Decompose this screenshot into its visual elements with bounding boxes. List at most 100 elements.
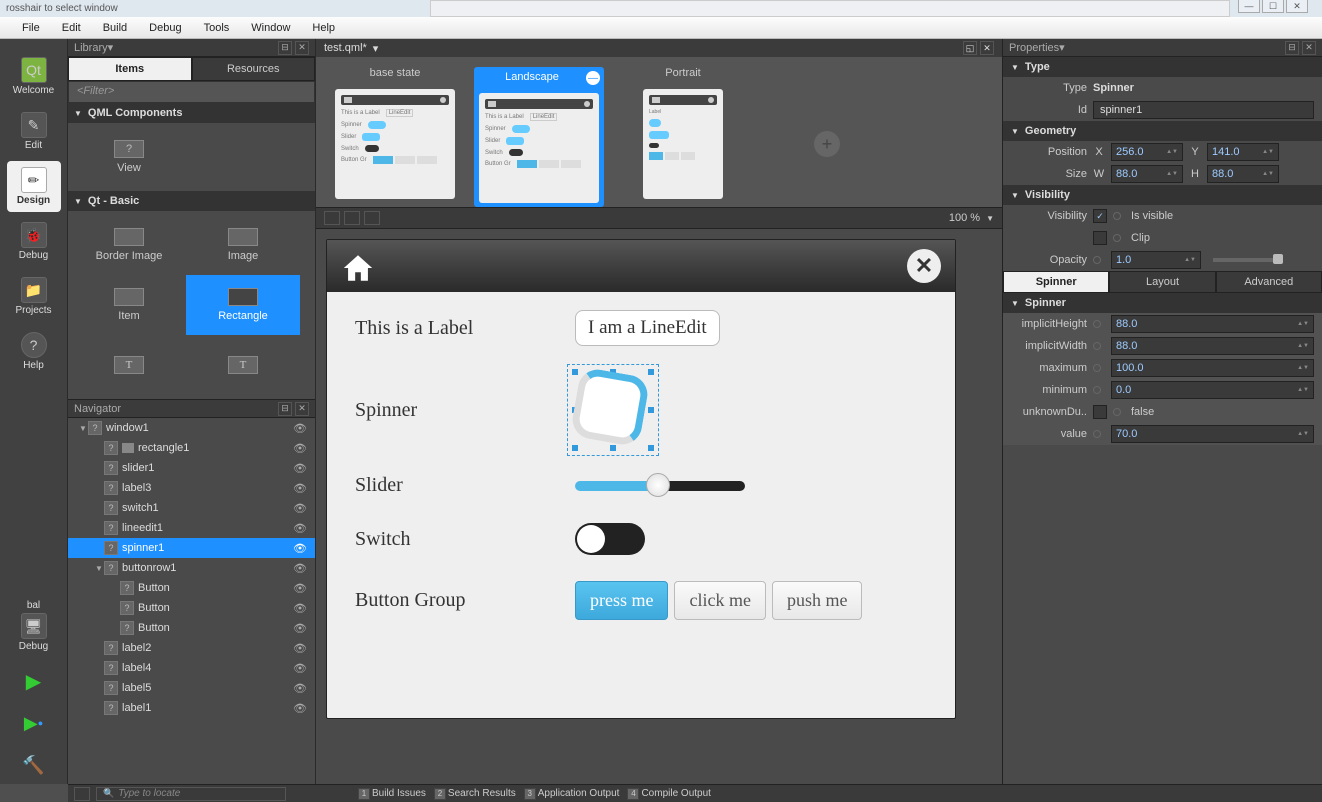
navigator-close-icon[interactable]: ✕ xyxy=(295,402,309,416)
mode-debug[interactable]: 🐞Debug xyxy=(7,216,61,267)
tree-item-label5[interactable]: ?label5👁 xyxy=(68,678,315,698)
document-tab[interactable]: test.qml*▾ ◱ ✕ xyxy=(316,39,1002,57)
tree-item-window1[interactable]: ▼?window1👁 xyxy=(68,418,315,438)
tree-item-rectangle1[interactable]: ?rectangle1👁 xyxy=(68,438,315,458)
properties-close-icon[interactable]: ✕ xyxy=(1302,41,1316,55)
subtab-spinner[interactable]: Spinner xyxy=(1003,271,1109,293)
win-minimize[interactable]: — xyxy=(1238,0,1260,13)
menu-debug[interactable]: Debug xyxy=(139,20,191,36)
tree-item-label1[interactable]: ?label1👁 xyxy=(68,698,315,718)
menu-file[interactable]: File xyxy=(12,20,50,36)
canvas-lineedit[interactable]: I am a LineEdit xyxy=(575,310,720,346)
mode-edit[interactable]: ✎Edit xyxy=(7,106,61,157)
win-maximize[interactable]: ☐ xyxy=(1262,0,1284,13)
run-debug-button[interactable]: ▶● xyxy=(7,704,61,742)
component-text1[interactable]: T xyxy=(72,335,186,395)
doc-close-icon[interactable]: ✕ xyxy=(980,41,994,55)
section-visibility[interactable]: Visibility xyxy=(1003,185,1322,205)
section-type[interactable]: Type xyxy=(1003,57,1322,77)
subtab-advanced[interactable]: Advanced xyxy=(1216,271,1322,293)
section-geometry[interactable]: Geometry xyxy=(1003,121,1322,141)
mode-design[interactable]: ✏Design xyxy=(7,161,61,212)
library-filter[interactable]: <Filter> xyxy=(68,81,315,103)
spinner-section[interactable]: Spinner xyxy=(1003,293,1322,313)
tree-item-slider1[interactable]: ?slider1👁 xyxy=(68,458,315,478)
component-image[interactable]: Image xyxy=(186,215,300,275)
clip-check[interactable] xyxy=(1093,231,1107,245)
subtab-layout[interactable]: Layout xyxy=(1109,271,1215,293)
canvas-slider[interactable] xyxy=(575,481,745,491)
prop-implicitHeight-field[interactable]: 88.0▲▼ xyxy=(1111,315,1314,333)
library-close-icon[interactable]: ✕ xyxy=(295,41,309,55)
size-h-field[interactable]: 88.0▲▼ xyxy=(1207,165,1279,183)
tree-item-label4[interactable]: ?label4👁 xyxy=(68,658,315,678)
output-pane-4[interactable]: 4Compile Output xyxy=(627,788,710,800)
tree-item-lineedit1[interactable]: ?lineedit1👁 xyxy=(68,518,315,538)
isvisible-check[interactable]: ✓ xyxy=(1093,209,1107,223)
prop-value-field[interactable]: 70.0▲▼ xyxy=(1111,425,1314,443)
canvas-tool-2[interactable] xyxy=(344,211,360,225)
canvas-switch[interactable] xyxy=(575,523,645,555)
close-icon[interactable]: ✕ xyxy=(907,249,941,283)
prop-unknownDu..-check[interactable] xyxy=(1093,405,1107,419)
tree-item-buttonrow1[interactable]: ▼?buttonrow1👁 xyxy=(68,558,315,578)
canvas-tool-1[interactable] xyxy=(324,211,340,225)
prop-implicitWidth-field[interactable]: 88.0▲▼ xyxy=(1111,337,1314,355)
navigator-split-icon[interactable]: ⊟ xyxy=(278,402,292,416)
menu-build[interactable]: Build xyxy=(93,20,137,36)
component-text2[interactable]: T xyxy=(186,335,300,395)
state-landscape[interactable]: Landscape— This is a Label LineEditSpinn… xyxy=(474,67,604,207)
canvas-button-press[interactable]: press me xyxy=(575,581,668,620)
opacity-slider[interactable] xyxy=(1213,258,1283,262)
pos-x-field[interactable]: 256.0▲▼ xyxy=(1111,143,1183,161)
library-split-icon[interactable]: ⊟ xyxy=(278,41,292,55)
canvas-button-push[interactable]: push me xyxy=(772,581,863,620)
menu-edit[interactable]: Edit xyxy=(52,20,91,36)
output-pane-3[interactable]: 3Application Output xyxy=(524,788,620,800)
tab-items[interactable]: Items xyxy=(68,57,192,81)
menu-tools[interactable]: Tools xyxy=(194,20,240,36)
prop-minimum-field[interactable]: 0.0▲▼ xyxy=(1111,381,1314,399)
prop-maximum-field[interactable]: 100.0▲▼ xyxy=(1111,359,1314,377)
menu-window[interactable]: Window xyxy=(241,20,300,36)
section-qml-components[interactable]: QML Components xyxy=(68,103,315,123)
state-portrait[interactable]: Portrait Label xyxy=(618,67,748,199)
component-item[interactable]: Item xyxy=(72,275,186,335)
section-qt-basic[interactable]: Qt - Basic xyxy=(68,191,315,211)
component-rectangle[interactable]: Rectangle xyxy=(186,275,300,335)
properties-split-icon[interactable]: ⊟ xyxy=(1285,41,1299,55)
tree-item-label3[interactable]: ?label3👁 xyxy=(68,478,315,498)
build-button[interactable]: 🔨 xyxy=(7,746,61,784)
state-remove-icon[interactable]: — xyxy=(586,71,600,85)
tree-item-Button[interactable]: ?Button👁 xyxy=(68,598,315,618)
menu-help[interactable]: Help xyxy=(302,20,345,36)
mode-projects[interactable]: 📁Projects xyxy=(7,271,61,322)
opacity-field[interactable]: 1.0▲▼ xyxy=(1111,251,1201,269)
size-w-field[interactable]: 88.0▲▼ xyxy=(1111,165,1183,183)
tree-item-label2[interactable]: ?label2👁 xyxy=(68,638,315,658)
doc-restore-icon[interactable]: ◱ xyxy=(963,41,977,55)
mode-welcome[interactable]: QtWelcome xyxy=(7,51,61,102)
pos-y-field[interactable]: 141.0▲▼ xyxy=(1207,143,1279,161)
component-view[interactable]: ?View xyxy=(72,127,186,187)
toggle-sidebar-icon[interactable] xyxy=(74,787,90,801)
id-field[interactable] xyxy=(1093,101,1314,119)
home-icon[interactable] xyxy=(341,251,375,281)
tree-item-Button[interactable]: ?Button👁 xyxy=(68,578,315,598)
output-pane-2[interactable]: 2Search Results xyxy=(434,788,516,800)
canvas-spinner[interactable] xyxy=(575,372,651,448)
tab-resources[interactable]: Resources xyxy=(192,57,316,81)
component-border-image[interactable]: Border Image xyxy=(72,215,186,275)
win-close[interactable]: ✕ xyxy=(1286,0,1308,13)
mode-help[interactable]: ?Help xyxy=(7,326,61,377)
locator-input[interactable]: Type to locate xyxy=(96,787,286,801)
output-pane-1[interactable]: 1Build Issues xyxy=(358,788,426,800)
target-selector[interactable]: bal🖥Debug xyxy=(7,594,61,658)
state-add[interactable]: + xyxy=(762,67,892,199)
canvas-button-click[interactable]: click me xyxy=(674,581,765,620)
tree-item-switch1[interactable]: ?switch1👁 xyxy=(68,498,315,518)
zoom-level[interactable]: 100 % xyxy=(949,212,980,224)
design-canvas[interactable]: ✕ This is a LabelI am a LineEdit Spinner xyxy=(326,239,956,719)
state-base[interactable]: base state This is a Label LineEditSpinn… xyxy=(330,67,460,199)
tree-item-Button[interactable]: ?Button👁 xyxy=(68,618,315,638)
